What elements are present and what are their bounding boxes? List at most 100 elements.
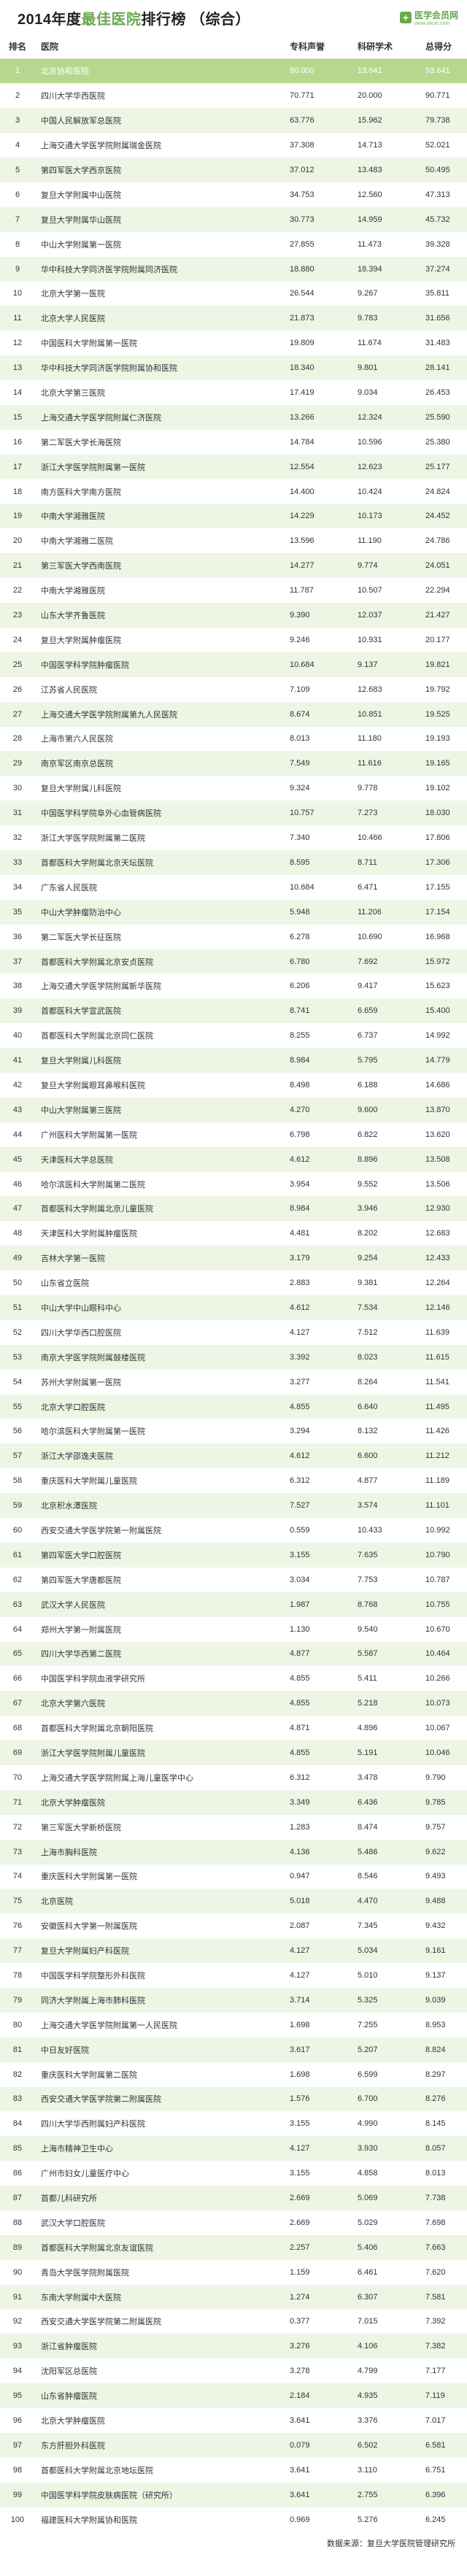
- table-row: 99 中国医学科学院皮肤病医院（研究所） 3.641 2.755 6.396: [0, 2482, 467, 2507]
- cell-reputation: 1.274: [290, 2292, 310, 2302]
- cell-total: 9.432: [425, 1921, 446, 1931]
- cell-reputation: 6.780: [290, 957, 310, 966]
- cell-research: 6.188: [358, 1080, 378, 1090]
- cell-research: 7.534: [358, 1303, 378, 1312]
- cell-total: 11.212: [425, 1451, 449, 1461]
- cell-rank: 3: [15, 116, 20, 126]
- cell-hospital: 上海交通大学医学院附属仁济医院: [41, 413, 161, 423]
- cell-hospital: 第二军医大学长征医院: [41, 933, 121, 942]
- cell-research: 5.795: [358, 1056, 378, 1065]
- cell-research: 3.110: [358, 2465, 377, 2475]
- cell-hospital: 重庆医科大学附属第一医院: [41, 1873, 137, 1882]
- cell-hospital: 第四军医大学口腔医院: [41, 1551, 121, 1560]
- cell-rank: 65: [12, 1649, 23, 1659]
- table-row: 3 中国人民解放军总医院 63.776 15.962 79.738: [0, 108, 467, 134]
- cell-research: 4.990: [358, 2119, 378, 2129]
- cell-rank: 67: [12, 1699, 23, 1708]
- cell-total: 7.738: [425, 2194, 446, 2203]
- cell-reputation: 6.206: [290, 982, 310, 991]
- cell-total: 19.193: [425, 734, 450, 744]
- cell-total: 8.297: [425, 2070, 446, 2079]
- cell-reputation: 8.595: [290, 857, 310, 867]
- cell-research: 12.560: [358, 190, 382, 199]
- table-row: 83 西安交通大学医学院第二附属医院 1.576 6.700 8.276: [0, 2086, 467, 2112]
- cell-reputation: 5.018: [290, 1897, 310, 1906]
- cell-rank: 74: [12, 1872, 23, 1881]
- table-row: 36 第二军医大学长征医院 6.278 10.690 16.968: [0, 924, 467, 949]
- cell-rank: 91: [12, 2292, 23, 2302]
- cell-reputation: 1.130: [290, 1624, 310, 1634]
- cell-reputation: 4.481: [290, 1229, 310, 1238]
- cell-rank: 93: [12, 2342, 23, 2351]
- table-row: 58 重庆医科大学附属儿童医院 6.312 4.877 11.189: [0, 1468, 467, 1494]
- cell-research: 9.034: [358, 388, 378, 398]
- table-row: 92 西安交通大学医学院第二附属医院 0.377 7.015 7.392: [0, 2309, 467, 2334]
- cell-hospital: 同济大学附属上海市肺科医院: [41, 1996, 145, 2005]
- cell-rank: 95: [12, 2391, 23, 2401]
- table-row: 38 上海交通大学医学院附属新华医院 6.206 9.417 15.623: [0, 973, 467, 999]
- table-row: 85 上海市精神卫生中心 4.127 3.930 8.057: [0, 2136, 467, 2162]
- cell-total: 13.508: [425, 1154, 450, 1164]
- table-row: 14 北京大学第三医院 17.419 9.034 26.453: [0, 380, 467, 405]
- cell-rank: 88: [12, 2218, 23, 2227]
- table-row: 89 首都医科大学附属北京友谊医院 2.257 5.406 7.663: [0, 2234, 467, 2260]
- cell-reputation: 4.855: [290, 1674, 310, 1684]
- cell-research: 6.659: [358, 1006, 378, 1016]
- table-row: 9 华中科技大学同济医学院附属同济医院 18.880 18.394 37.274: [0, 256, 467, 282]
- cell-total: 12.683: [425, 1229, 450, 1238]
- cell-hospital: 安徽医科大学第一附属医院: [41, 1922, 137, 1932]
- cell-total: 10.464: [425, 1649, 450, 1659]
- cell-research: 9.540: [358, 1624, 378, 1634]
- title-suffix: 排行榜 （综合）: [141, 11, 251, 28]
- cell-reputation: 7.549: [290, 759, 310, 768]
- cell-hospital: 北京大学口腔医院: [41, 1403, 105, 1412]
- cell-rank: 38: [12, 982, 23, 991]
- cell-rank: 78: [12, 1971, 23, 1981]
- cell-total: 12.433: [425, 1254, 450, 1263]
- cell-hospital: 郑州大学第一附属医院: [41, 1625, 121, 1635]
- cell-rank: 35: [12, 907, 23, 917]
- cell-total: 15.623: [425, 982, 450, 991]
- cell-reputation: 4.871: [290, 1724, 310, 1733]
- cell-rank: 50: [12, 1279, 23, 1288]
- cell-reputation: 1.576: [290, 2094, 310, 2104]
- cell-research: 6.307: [358, 2292, 378, 2302]
- cell-hospital: 首都医科大学附属北京地坛医院: [41, 2466, 153, 2475]
- site-logo[interactable]: + 医学会员网 www.yixue.com: [399, 9, 458, 26]
- cell-reputation: 0.559: [290, 1525, 310, 1535]
- cell-rank: 13: [12, 363, 23, 373]
- cell-rank: 47: [12, 1204, 23, 1214]
- cell-reputation: 21.873: [290, 314, 314, 323]
- cell-total: 25.380: [425, 437, 450, 447]
- cell-reputation: 2.257: [290, 2243, 310, 2252]
- cell-hospital: 中国医学科学院阜外心血管病医院: [41, 809, 161, 819]
- cell-total: 9.757: [425, 1822, 446, 1832]
- cell-hospital: 上海交通大学医学院附属瑞金医院: [41, 142, 161, 151]
- cell-hospital: 北京大学第三医院: [41, 389, 105, 398]
- cell-total: 17.306: [425, 857, 450, 867]
- cell-research: 7.692: [358, 957, 378, 966]
- cell-rank: 30: [12, 784, 23, 793]
- cell-total: 50.495: [425, 166, 450, 174]
- cell-reputation: 3.617: [290, 2045, 310, 2054]
- cell-total: 10.266: [425, 1674, 450, 1684]
- cell-rank: 54: [12, 1377, 23, 1387]
- cell-research: 4.799: [358, 2367, 378, 2376]
- cell-rank: 37: [12, 957, 23, 966]
- cell-hospital: 上海市胸科医院: [41, 1848, 97, 1857]
- cell-total: 17.806: [425, 833, 450, 843]
- table-row: 75 北京医院 5.018 4.470 9.488: [0, 1889, 467, 1914]
- cell-research: 11.616: [358, 759, 382, 768]
- table-row: 98 首都医科大学附属北京地坛医院 3.641 3.110 6.751: [0, 2457, 467, 2483]
- cell-total: 17.155: [425, 882, 450, 892]
- cell-rank: 58: [12, 1476, 23, 1486]
- cell-total: 19.102: [425, 784, 450, 793]
- cell-rank: 86: [12, 2169, 23, 2178]
- table-row: 97 东方肝胆外科医院 0.079 6.502 6.581: [0, 2433, 467, 2458]
- cell-reputation: 3.155: [290, 1550, 310, 1559]
- cell-hospital: 哈尔滨医科大学附属第一医院: [41, 1427, 145, 1437]
- cell-total: 39.328: [425, 239, 450, 249]
- cell-reputation: 1.698: [290, 2020, 310, 2029]
- cell-research: 5.406: [358, 2243, 378, 2252]
- footer-source: 复旦大学医院管理研究所: [367, 2539, 455, 2548]
